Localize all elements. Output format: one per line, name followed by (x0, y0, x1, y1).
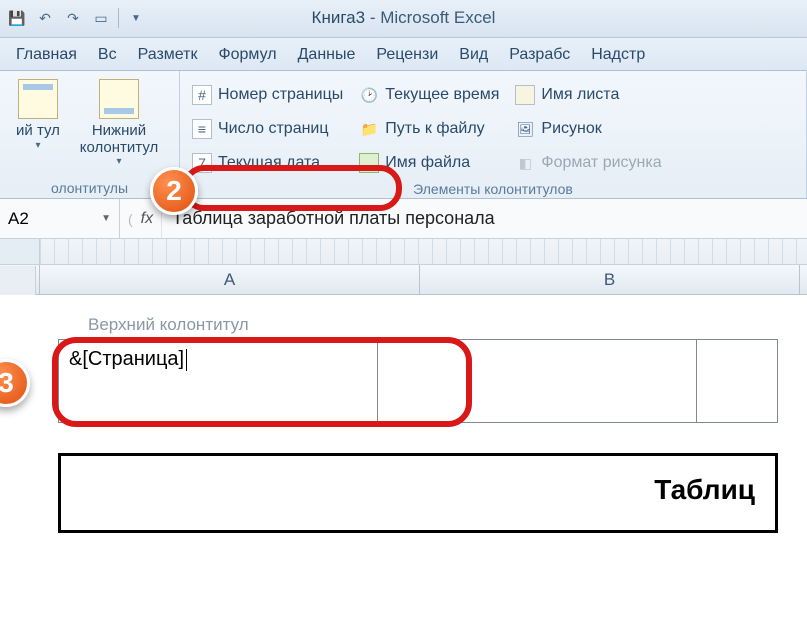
tab-pagelayout[interactable]: Разметк (128, 40, 209, 70)
document-name: Книга3 (312, 8, 366, 27)
group-header-elements: # Номер страницы ≡ Число страниц 7 Текущ… (180, 71, 807, 198)
app-name: Microsoft Excel (380, 8, 495, 27)
header-icon (18, 79, 58, 119)
tab-developer[interactable]: Разрабс (499, 40, 581, 70)
ribbon-tabs: Главная Вс Разметк Формул Данные Рецензи… (0, 38, 807, 71)
header-button-label: ий тул (16, 123, 60, 140)
worksheet-area[interactable]: Верхний колонтитул &[Страница] Таблиц 3 (0, 295, 807, 625)
group-header-footer-label: олонтитулы (8, 176, 171, 196)
group-header-footer: ий тул ▾ Нижний колонтитул ▾ олонтитулы (0, 71, 180, 198)
sheet-icon (515, 85, 535, 105)
current-time-label: Текущее время (385, 86, 499, 104)
file-path-label: Путь к файлу (385, 120, 484, 138)
annotation-badge-3: 3 (0, 359, 30, 407)
footer-button[interactable]: Нижний колонтитул ▾ (76, 75, 162, 167)
chevron-down-icon: ▾ (35, 140, 40, 151)
format-picture-label: Формат рисунка (541, 154, 661, 172)
page-count-button[interactable]: ≡ Число страниц (188, 115, 347, 143)
formula-value: Таблица заработной платы персонала (172, 208, 495, 229)
page-number-icon: # (192, 85, 212, 105)
column-headers: A B (0, 265, 807, 295)
current-date-button[interactable]: 7 Текущая дата (188, 149, 347, 177)
sheet-name-button[interactable]: Имя листа (511, 81, 665, 109)
current-date-label: Текущая дата (218, 154, 320, 172)
document-table-title: Таблиц (654, 474, 755, 506)
page-count-label: Число страниц (218, 120, 329, 138)
tab-view[interactable]: Вид (449, 40, 499, 70)
ruler-horizontal (0, 239, 807, 265)
name-box[interactable]: A2 ▼ (0, 199, 120, 238)
column-header-b[interactable]: B (420, 265, 800, 294)
tab-formulas[interactable]: Формул (208, 40, 287, 70)
file-name-label: Имя файла (385, 154, 470, 172)
page-number-label: Номер страницы (218, 86, 343, 104)
formula-bar: A2 ▼ ( fx Таблица заработной платы персо… (0, 199, 807, 239)
tab-insert[interactable]: Вс (88, 40, 128, 70)
picture-label: Рисунок (541, 120, 601, 138)
tab-home[interactable]: Главная (6, 40, 88, 70)
name-box-value: A2 (8, 209, 29, 229)
current-time-button[interactable]: 🕑 Текущее время (355, 81, 503, 109)
file-path-button[interactable]: 📁 Путь к файлу (355, 115, 503, 143)
picture-icon: 🖼 (515, 119, 535, 139)
header-area-label: Верхний колонтитул (88, 315, 778, 335)
format-picture-button: ◧ Формат рисунка (511, 149, 665, 177)
tab-addins[interactable]: Надстр (581, 40, 656, 70)
tab-review[interactable]: Рецензи (366, 40, 449, 70)
clock-icon: 🕑 (359, 85, 379, 105)
header-left-value: &[Страница] (69, 348, 184, 370)
formula-input[interactable]: Таблица заработной платы персонала (162, 199, 807, 238)
fx-icon[interactable]: fx (141, 210, 153, 228)
tab-data[interactable]: Данные (288, 40, 367, 70)
header-right-section[interactable] (697, 340, 777, 422)
chevron-down-icon[interactable]: ▼ (101, 213, 111, 224)
document-table: Таблиц (58, 453, 778, 533)
page-count-icon: ≡ (192, 119, 212, 139)
file-icon (359, 153, 379, 173)
page-surface: Верхний колонтитул &[Страница] Таблиц (58, 315, 778, 533)
group-header-elements-label: Элементы колонтитулов (188, 177, 798, 197)
text-cursor (186, 349, 187, 371)
footer-icon (99, 79, 139, 119)
column-header-a[interactable]: A (40, 265, 420, 294)
header-center-section[interactable] (378, 340, 697, 422)
header-sections: &[Страница] (58, 339, 778, 423)
page-number-button[interactable]: # Номер страницы (188, 81, 347, 109)
window-title: Книга3 - Microsoft Excel (0, 8, 807, 28)
footer-button-label: Нижний колонтитул (76, 123, 162, 156)
chevron-down-icon: ▾ (116, 156, 121, 167)
header-button[interactable]: ий тул ▾ (8, 75, 68, 151)
title-bar: 💾 ↶ ↷ ▭ ▼ Книга3 - Microsoft Excel (0, 0, 807, 38)
formula-bar-buttons: ( fx (120, 199, 162, 238)
picture-button[interactable]: 🖼 Рисунок (511, 115, 665, 143)
sheet-name-label: Имя листа (541, 86, 619, 104)
file-name-button[interactable]: Имя файла (355, 149, 503, 177)
folder-icon: 📁 (359, 119, 379, 139)
calendar-icon: 7 (192, 153, 212, 173)
format-picture-icon: ◧ (515, 153, 535, 173)
header-left-section[interactable]: &[Страница] (59, 340, 378, 422)
formula-open-paren: ( (128, 211, 133, 227)
ribbon: ий тул ▾ Нижний колонтитул ▾ олонтитулы … (0, 71, 807, 199)
